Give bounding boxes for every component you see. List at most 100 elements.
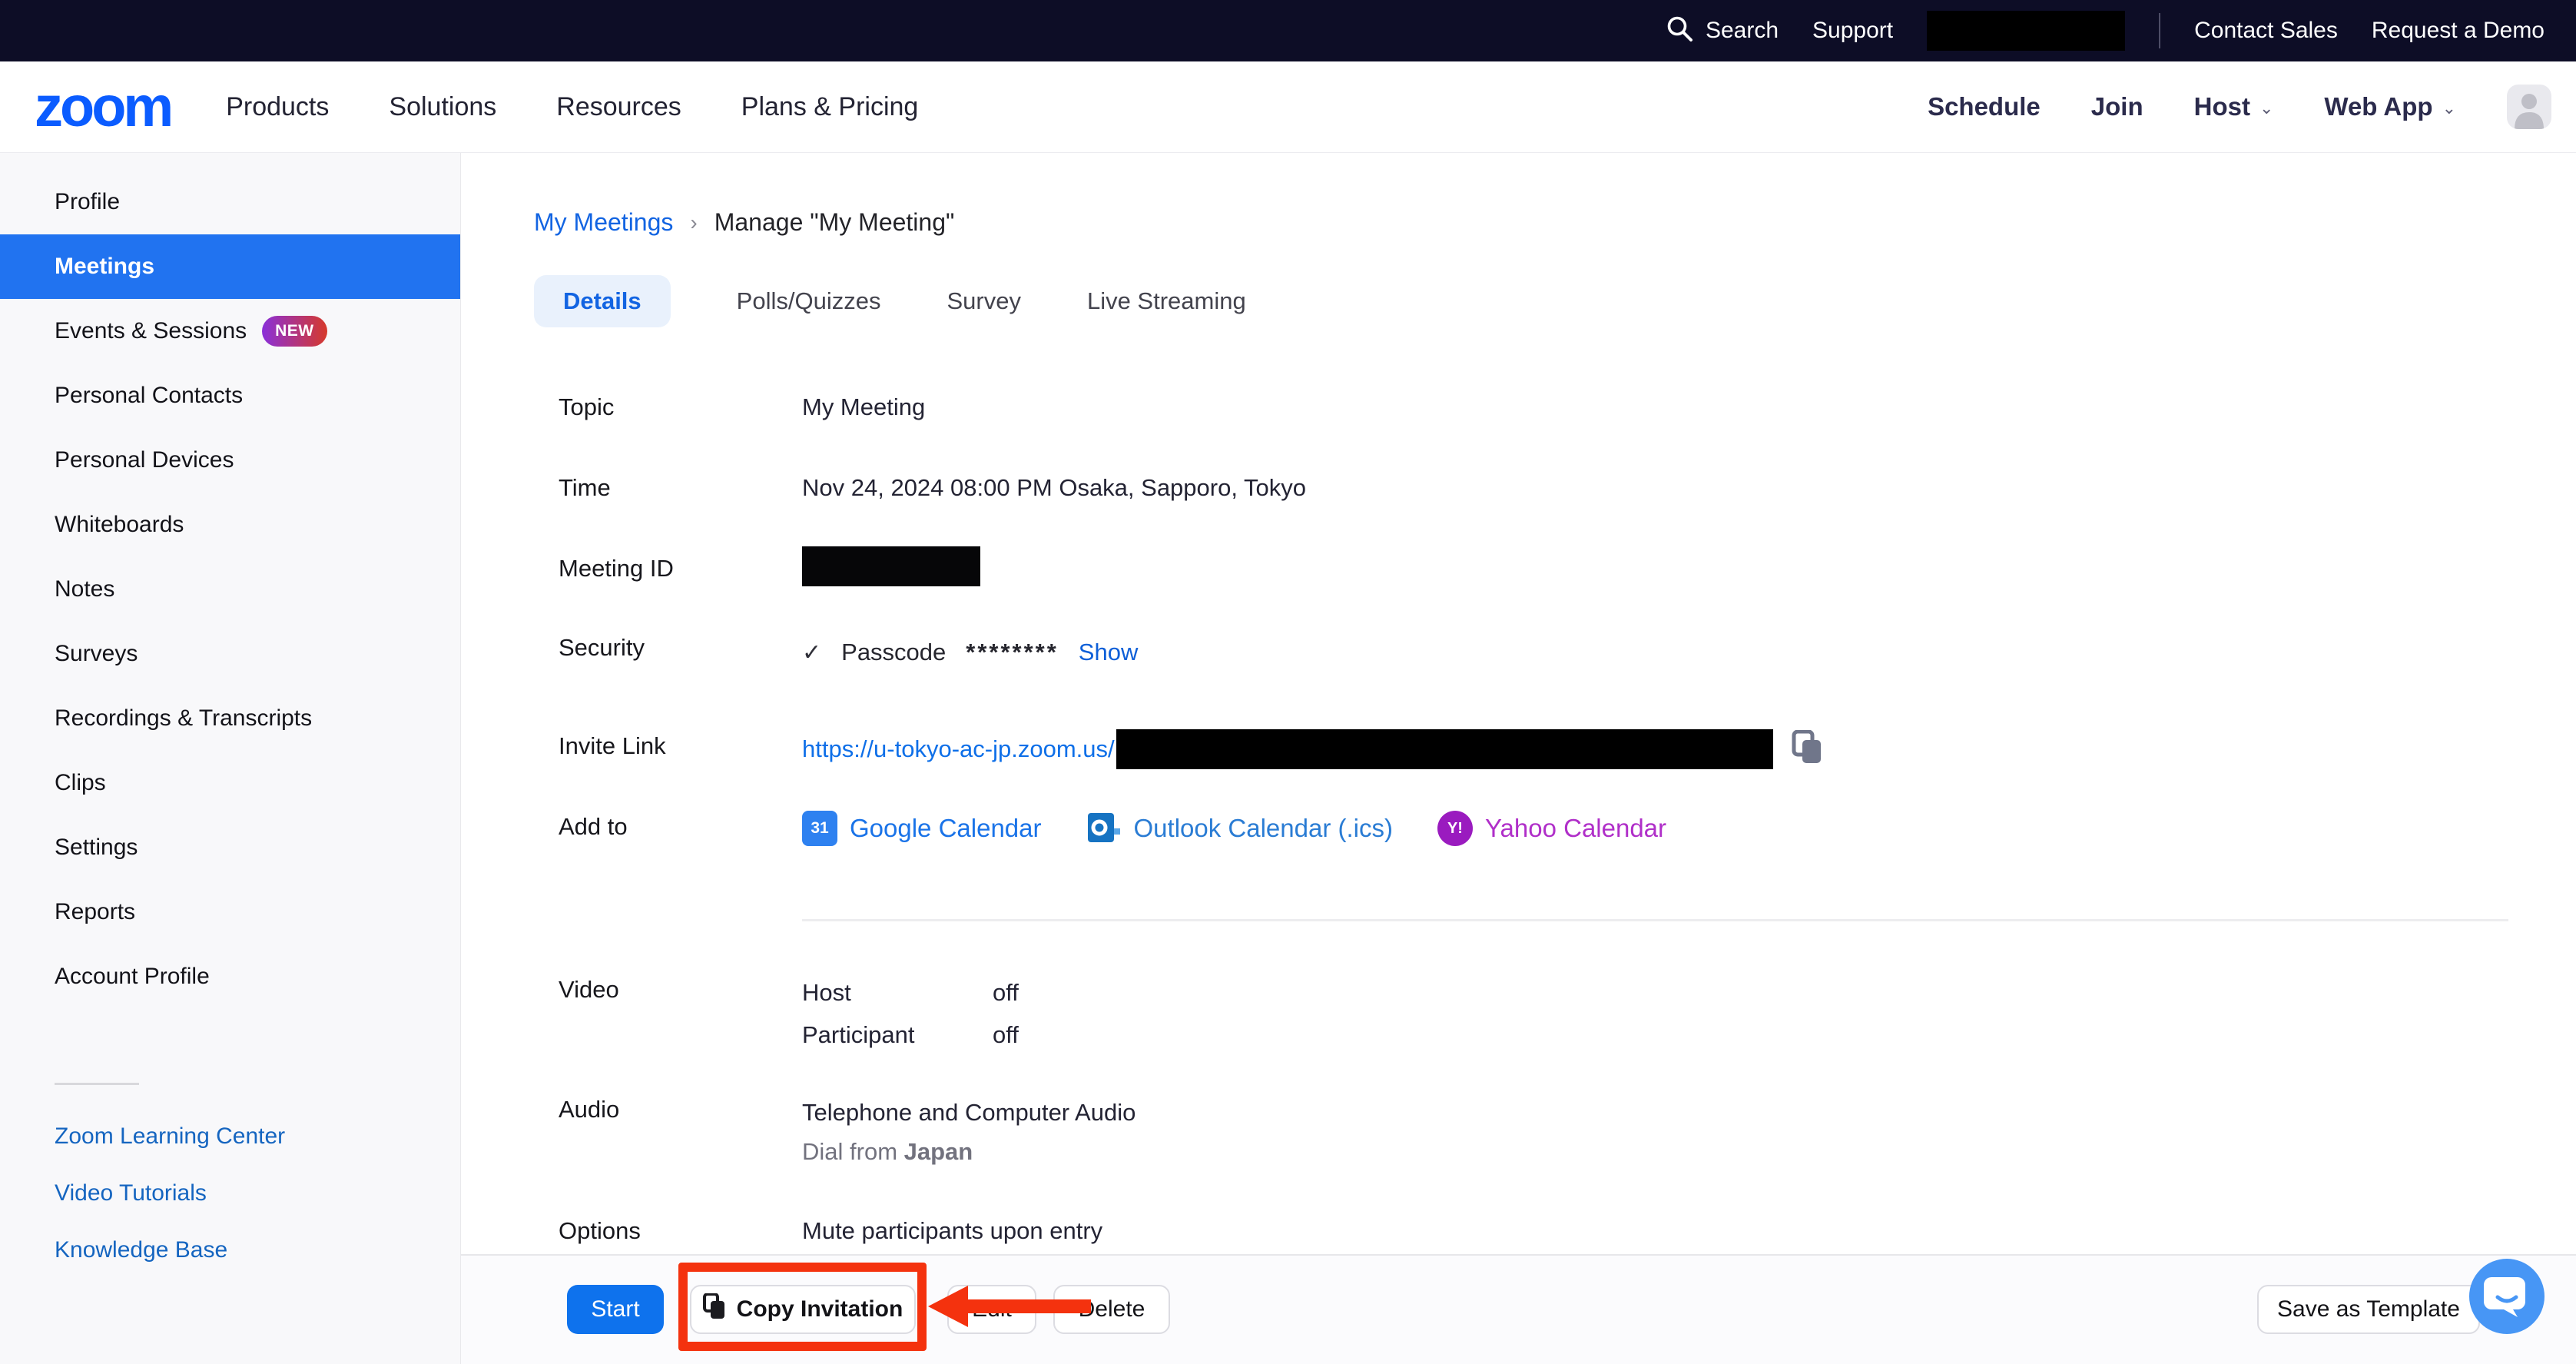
video-host-value: off bbox=[993, 979, 1019, 1007]
copy-link-icon[interactable] bbox=[1792, 730, 1824, 769]
breadcrumb-my-meetings[interactable]: My Meetings bbox=[534, 208, 673, 237]
edit-button[interactable]: Edit bbox=[947, 1285, 1036, 1334]
search-icon bbox=[1666, 15, 1695, 48]
invite-link-row: https://u-tokyo-ac-jp.zoom.us/ bbox=[802, 729, 1824, 769]
topbar-divider bbox=[2159, 13, 2160, 48]
passcode-label: Passcode bbox=[841, 639, 946, 666]
time-label: Time bbox=[559, 474, 611, 502]
invite-link-label: Invite Link bbox=[559, 732, 666, 760]
sidebar-item-settings[interactable]: Settings bbox=[0, 815, 460, 880]
header-actions: Schedule Join Host ⌄ Web App ⌄ bbox=[1928, 85, 2576, 129]
outlook-calendar-link[interactable]: Outlook Calendar (.ics) bbox=[1086, 808, 1393, 849]
chevron-right-icon: › bbox=[690, 211, 697, 235]
web-app-menu[interactable]: Web App ⌄ bbox=[2324, 92, 2456, 121]
sidebar-link-label: Knowledge Base bbox=[55, 1237, 227, 1263]
tab-polls-quizzes[interactable]: Polls/Quizzes bbox=[737, 287, 881, 315]
sidebar-item-clips[interactable]: Clips bbox=[0, 751, 460, 815]
sidebar-item-label: Surveys bbox=[55, 641, 138, 667]
join-link[interactable]: Join bbox=[2091, 92, 2143, 121]
sidebar-item-account-profile[interactable]: Account Profile bbox=[0, 944, 460, 1009]
sidebar-item-label: Account Profile bbox=[55, 964, 210, 990]
dial-from-country: Japan bbox=[904, 1138, 973, 1165]
yahoo-calendar-icon: Y! bbox=[1437, 811, 1473, 846]
dial-from-row: Dial from Japan bbox=[802, 1138, 973, 1166]
main-nav: Products Solutions Resources Plans & Pri… bbox=[226, 92, 918, 122]
save-as-template-button[interactable]: Save as Template bbox=[2257, 1285, 2480, 1334]
redacted-account-block bbox=[1927, 11, 2125, 51]
sidebar-item-reports[interactable]: Reports bbox=[0, 880, 460, 944]
video-host-label: Host bbox=[802, 979, 993, 1007]
meeting-id-redacted bbox=[802, 546, 980, 586]
copy-invitation-button[interactable]: Copy Invitation bbox=[690, 1285, 916, 1334]
section-divider bbox=[802, 919, 2508, 921]
zoom-web-portal: Search Support Contact Sales Request a D… bbox=[0, 0, 2576, 1364]
sidebar-item-label: Clips bbox=[55, 770, 106, 796]
web-app-label: Web App bbox=[2324, 92, 2432, 121]
tab-details[interactable]: Details bbox=[534, 275, 671, 327]
security-label: Security bbox=[559, 634, 645, 662]
sidebar-item-notes[interactable]: Notes bbox=[0, 557, 460, 622]
outlook-calendar-icon bbox=[1086, 808, 1122, 849]
sidebar-link-learning-center[interactable]: Zoom Learning Center bbox=[0, 1108, 460, 1165]
sidebar-item-label: Events & Sessions bbox=[55, 318, 247, 344]
host-label: Host bbox=[2194, 92, 2250, 121]
passcode-row: ✓ Passcode ******** Show bbox=[802, 639, 1138, 666]
schedule-link[interactable]: Schedule bbox=[1928, 92, 2041, 121]
sidebar-item-recordings-transcripts[interactable]: Recordings & Transcripts bbox=[0, 686, 460, 751]
main-header: zoom Products Solutions Resources Plans … bbox=[0, 61, 2576, 153]
sidebar-item-label: Reports bbox=[55, 899, 135, 925]
sidebar-item-label: Settings bbox=[55, 835, 138, 861]
sidebar-item-events-sessions[interactable]: Events & Sessions NEW bbox=[0, 299, 460, 363]
video-host-row: Host off bbox=[802, 979, 1019, 1007]
chevron-down-icon: ⌄ bbox=[2442, 98, 2456, 118]
delete-button[interactable]: Delete bbox=[1053, 1285, 1170, 1334]
sidebar-link-video-tutorials[interactable]: Video Tutorials bbox=[0, 1165, 460, 1222]
nav-resources[interactable]: Resources bbox=[556, 92, 681, 122]
sidebar-item-personal-contacts[interactable]: Personal Contacts bbox=[0, 363, 460, 428]
audio-value: Telephone and Computer Audio bbox=[802, 1099, 1135, 1127]
add-to-label: Add to bbox=[559, 813, 628, 841]
top-utility-bar: Search Support Contact Sales Request a D… bbox=[0, 0, 2576, 61]
tab-live-streaming[interactable]: Live Streaming bbox=[1087, 287, 1246, 315]
google-calendar-link[interactable]: 31 Google Calendar bbox=[802, 811, 1042, 846]
invite-link-url[interactable]: https://u-tokyo-ac-jp.zoom.us/ bbox=[802, 735, 1115, 763]
user-avatar[interactable] bbox=[2507, 85, 2551, 129]
sidebar-item-profile[interactable]: Profile bbox=[0, 170, 460, 234]
sidebar-item-label: Whiteboards bbox=[55, 512, 184, 538]
request-demo-link[interactable]: Request a Demo bbox=[2372, 18, 2545, 44]
sidebar-item-personal-devices[interactable]: Personal Devices bbox=[0, 428, 460, 493]
show-passcode-link[interactable]: Show bbox=[1079, 639, 1139, 666]
add-to-row: 31 Google Calendar Outlook Calendar (.ic… bbox=[802, 807, 1666, 850]
support-link[interactable]: Support bbox=[1812, 18, 1893, 44]
sidebar-link-label: Video Tutorials bbox=[55, 1180, 207, 1206]
nav-solutions[interactable]: Solutions bbox=[389, 92, 496, 122]
topic-value: My Meeting bbox=[802, 393, 925, 421]
copy-icon bbox=[703, 1293, 726, 1326]
video-participant-label: Participant bbox=[802, 1021, 993, 1049]
zoom-logo[interactable]: zoom bbox=[35, 78, 171, 135]
yahoo-calendar-link[interactable]: Y! Yahoo Calendar bbox=[1437, 811, 1666, 846]
chat-support-button[interactable] bbox=[2469, 1259, 2545, 1334]
start-button[interactable]: Start bbox=[567, 1285, 664, 1334]
footer-action-bar: Start Copy Invitation Edit Delete Save a… bbox=[461, 1254, 2576, 1364]
host-menu[interactable]: Host ⌄ bbox=[2194, 92, 2274, 121]
google-calendar-label: Google Calendar bbox=[850, 814, 1042, 843]
sidebar-item-whiteboards[interactable]: Whiteboards bbox=[0, 493, 460, 557]
sidebar-item-meetings[interactable]: Meetings bbox=[0, 234, 460, 299]
tab-survey[interactable]: Survey bbox=[947, 287, 1020, 315]
sidebar-item-label: Meetings bbox=[55, 254, 154, 280]
sidebar-item-surveys[interactable]: Surveys bbox=[0, 622, 460, 686]
search-button[interactable]: Search bbox=[1666, 15, 1779, 48]
contact-sales-link[interactable]: Contact Sales bbox=[2194, 18, 2338, 44]
sidebar-link-label: Zoom Learning Center bbox=[55, 1123, 285, 1150]
nav-products[interactable]: Products bbox=[226, 92, 329, 122]
search-label: Search bbox=[1706, 18, 1779, 44]
chat-bubble-icon bbox=[2484, 1274, 2530, 1319]
nav-plans-pricing[interactable]: Plans & Pricing bbox=[741, 92, 919, 122]
audio-label: Audio bbox=[559, 1096, 619, 1123]
sidebar-link-knowledge-base[interactable]: Knowledge Base bbox=[0, 1222, 460, 1279]
topic-label: Topic bbox=[559, 393, 614, 421]
time-value: Nov 24, 2024 08:00 PM Osaka, Sapporo, To… bbox=[802, 474, 1306, 502]
sidebar-divider bbox=[55, 1083, 139, 1085]
sidebar-item-label: Recordings & Transcripts bbox=[55, 705, 312, 732]
